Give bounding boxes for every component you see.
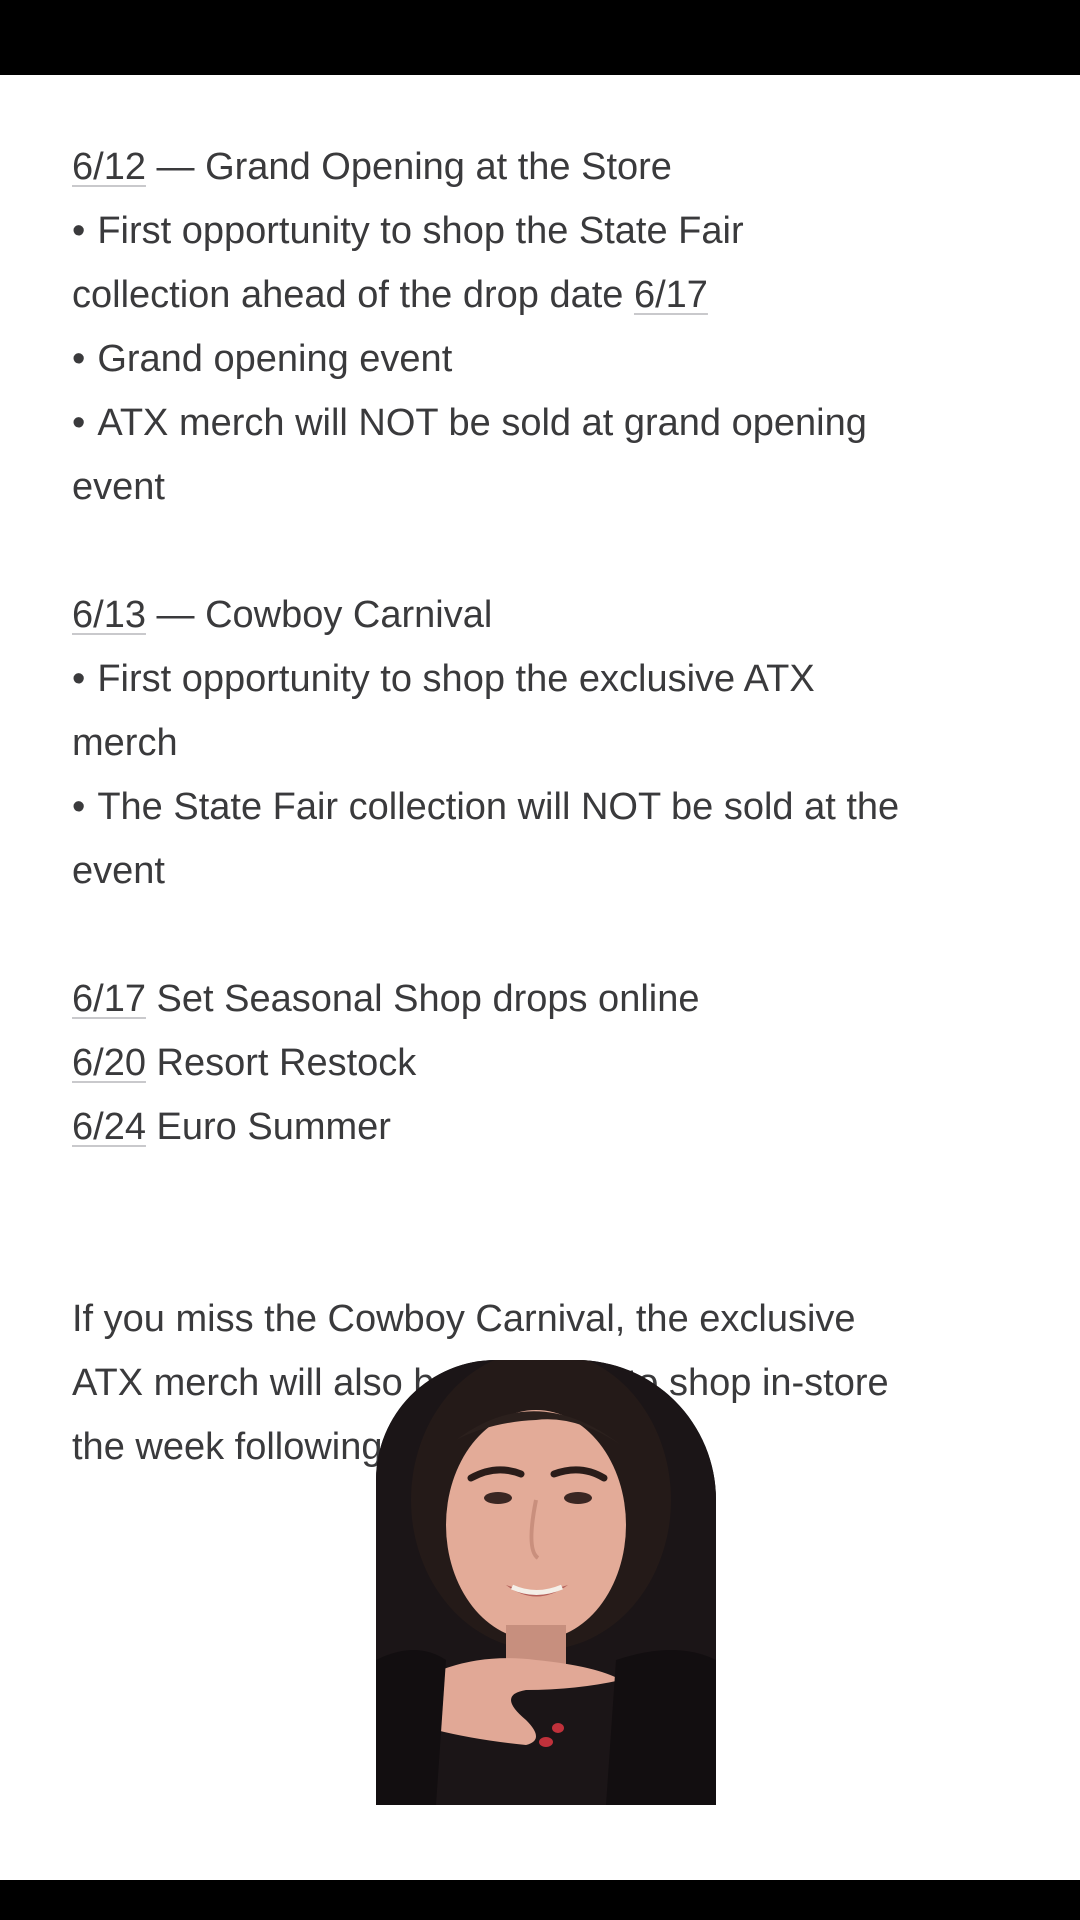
bullet-icon: • <box>72 658 86 700</box>
bullet-item: • First opportunity to shop the exclusive… <box>72 658 815 700</box>
event-date-link[interactable]: 6/12 <box>72 146 146 188</box>
event-heading: 6/13 — Cowboy Carnival <box>72 583 1032 647</box>
drop-item: 6/20 Resort Restock <box>72 1042 417 1084</box>
drop-item: 6/24 Euro Summer <box>72 1106 391 1148</box>
bullet-item-continuation: event <box>72 466 165 508</box>
bullet-item: • First opportunity to shop the State Fai… <box>72 210 744 252</box>
notes-page[interactable]: 6/12 — Grand Opening at the Store • First… <box>0 75 1080 1880</box>
event-title: — Grand Opening at the Store <box>145 146 672 188</box>
bullet-icon: • <box>72 338 86 380</box>
bullet-icon: • <box>72 402 86 444</box>
bullet-icon: • <box>72 210 86 252</box>
bullet-icon: • <box>72 786 86 828</box>
notes-body[interactable]: 6/12 — Grand Opening at the Store • First… <box>72 135 1032 1479</box>
drop-date-link[interactable]: 6/17 <box>634 274 708 316</box>
closing-line: If you miss the Cowboy Carnival, the exc… <box>72 1298 856 1340</box>
bullet-item-continuation: collection ahead of the drop date 6/17 <box>72 274 708 316</box>
bullet-item-continuation: merch <box>72 722 178 764</box>
bullet-item-continuation: event <box>72 850 165 892</box>
bullet-item: • ATX merch will NOT be sold at grand ope… <box>72 402 867 444</box>
bullet-item: • Grand opening event <box>72 338 453 380</box>
event-date-link[interactable]: 6/13 <box>72 594 146 636</box>
presenter-video-overlay <box>376 1360 716 1805</box>
drop-item: 6/17 Set Seasonal Shop drops online <box>72 978 700 1020</box>
drop-date-link[interactable]: 6/17 <box>72 978 146 1020</box>
bullet-item: • The State Fair collection will NOT be s… <box>72 786 900 828</box>
bottom-black-bar <box>0 1880 1080 1920</box>
presenter-figure-icon <box>376 1360 716 1805</box>
drop-date-link[interactable]: 6/24 <box>72 1106 146 1148</box>
drop-date-link[interactable]: 6/20 <box>72 1042 146 1084</box>
top-black-bar <box>0 0 1080 75</box>
event-heading: 6/12 — Grand Opening at the Store <box>72 135 1032 199</box>
event-title: — Cowboy Carnival <box>145 594 493 636</box>
